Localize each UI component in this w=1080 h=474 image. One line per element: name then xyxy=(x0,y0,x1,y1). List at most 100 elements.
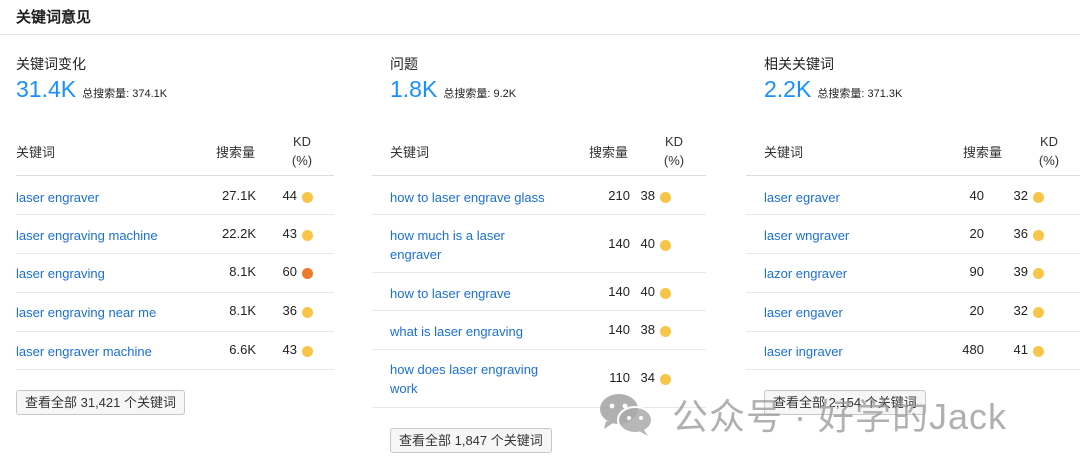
header-volume: 搜索量 xyxy=(216,145,256,160)
keyword-line: engraver xyxy=(390,247,442,262)
header-keyword: 关键词 xyxy=(16,145,56,160)
table-row: laser engraving machine 22.2K 43 xyxy=(16,215,334,254)
total-volume-label: 总搜索量: xyxy=(443,88,491,100)
header-keyword: 关键词 xyxy=(764,145,804,160)
keyword-link[interactable]: laser engraving xyxy=(16,264,105,283)
header-volume: 搜索量 xyxy=(963,145,1003,160)
table-row: what is laser engraving 140 38 xyxy=(372,311,706,350)
table-row: how to laser engrave glass 210 38 xyxy=(372,176,706,215)
keyword-kd: 40 xyxy=(640,236,655,251)
table-row: laser engraver 27.1K 44 xyxy=(16,176,334,215)
view-all-button[interactable]: 查看全部 31,421 个关键词 xyxy=(16,390,185,415)
keyword-link[interactable]: laser engaver xyxy=(764,303,843,322)
total-volume: 总搜索量: 9.2K xyxy=(443,85,516,101)
keyword-line: how does laser engraving xyxy=(390,362,539,377)
keyword-link[interactable]: laser wngraver xyxy=(764,226,849,245)
keyword-kd: 38 xyxy=(640,188,655,203)
table-row: laser engaver 20 32 xyxy=(746,293,1080,332)
keyword-line: how much is a laser xyxy=(390,228,505,243)
keyword-volume: 90 xyxy=(969,264,984,279)
table-header: 关键词 搜索量 KD (%) xyxy=(746,130,1080,176)
keyword-kd: 38 xyxy=(640,322,655,337)
keyword-kd: 44 xyxy=(282,188,297,203)
difficulty-indicator-icon xyxy=(302,230,313,241)
table-row: lazor engraver 90 39 xyxy=(746,254,1080,293)
keyword-kd: 36 xyxy=(1013,226,1028,241)
difficulty-indicator-icon xyxy=(1033,192,1044,203)
table-header: 关键词 搜索量 KD (%) xyxy=(372,130,706,176)
keyword-link[interactable]: how to laser engrave xyxy=(390,284,511,303)
watermark-text: 公众号 · 好学的Jack xyxy=(672,396,1008,437)
difficulty-indicator-icon xyxy=(302,192,313,203)
keyword-volume: 27.1K xyxy=(222,188,256,203)
keyword-volume: 8.1K xyxy=(229,303,256,318)
keyword-kd: 32 xyxy=(1013,188,1028,203)
panel-label: 关键词变化 xyxy=(16,56,86,72)
difficulty-indicator-icon xyxy=(660,288,671,299)
total-volume: 总搜索量: 374.1K xyxy=(82,85,167,101)
total-volume-label: 总搜索量: xyxy=(817,88,865,100)
table-row: laser wngraver 20 36 xyxy=(746,215,1080,254)
keyword-link[interactable]: how to laser engrave glass xyxy=(390,188,545,207)
header-keyword: 关键词 xyxy=(390,145,430,160)
keyword-link[interactable]: laser engraving near me xyxy=(16,303,156,322)
keyword-volume: 20 xyxy=(969,226,984,241)
header-kd: KD (%) xyxy=(288,132,316,170)
keyword-volume: 210 xyxy=(608,188,630,203)
view-all-button[interactable]: 查看全部 1,847 个关键词 xyxy=(390,428,552,453)
keyword-volume: 6.6K xyxy=(229,342,256,357)
total-volume-value: 9.2K xyxy=(493,88,517,100)
table-row: how much is a laser engraver 140 40 xyxy=(372,215,706,273)
difficulty-indicator-icon xyxy=(1033,346,1044,357)
header-kd: KD (%) xyxy=(660,132,688,170)
total-volume-value: 374.1K xyxy=(132,88,168,100)
difficulty-indicator-icon xyxy=(660,326,671,337)
table-row: laser engraving near me 8.1K 36 xyxy=(16,293,334,332)
keyword-link[interactable]: how much is a laser engraver xyxy=(390,226,505,264)
keyword-kd: 43 xyxy=(282,342,297,357)
keyword-volume: 140 xyxy=(608,322,630,337)
keyword-kd: 36 xyxy=(282,303,297,318)
keyword-kd: 39 xyxy=(1013,264,1028,279)
table-row: laser egraver 40 32 xyxy=(746,176,1080,215)
keyword-volume: 40 xyxy=(969,188,984,203)
difficulty-indicator-icon xyxy=(1033,307,1044,318)
keyword-link[interactable]: laser engraving machine xyxy=(16,226,158,245)
header-kd-label: KD xyxy=(664,134,684,149)
difficulty-indicator-icon xyxy=(660,240,671,251)
total-volume: 总搜索量: 371.3K xyxy=(817,85,902,101)
total-volume-value: 371.3K xyxy=(867,88,903,100)
header-kd-unit: (%) xyxy=(291,153,313,168)
keyword-link[interactable]: laser egraver xyxy=(764,188,840,207)
total-count: 2.2K xyxy=(764,76,812,102)
keyword-kd: 43 xyxy=(282,226,297,241)
table-row: how to laser engrave 140 40 xyxy=(372,273,706,311)
difficulty-indicator-icon xyxy=(302,268,313,279)
header-kd-label: KD xyxy=(292,134,312,149)
total-count: 31.4K xyxy=(16,76,77,102)
panel-label: 问题 xyxy=(390,56,418,72)
difficulty-indicator-icon xyxy=(302,307,313,318)
panel-stat: 31.4K 总搜索量: 374.1K xyxy=(16,76,167,103)
keyword-volume: 22.2K xyxy=(222,226,256,241)
table-row: laser ingraver 480 41 xyxy=(746,332,1080,370)
watermark: 公众号 · 好学的Jack xyxy=(598,388,1007,440)
keyword-link[interactable]: how does laser engraving work xyxy=(390,360,538,398)
keyword-link[interactable]: what is laser engraving xyxy=(390,322,523,341)
total-count: 1.8K xyxy=(390,76,438,102)
keyword-link[interactable]: lazor engraver xyxy=(764,264,847,283)
page-title: 关键词意见 xyxy=(16,9,92,26)
header-kd-label: KD xyxy=(1039,134,1059,149)
wechat-icon xyxy=(600,394,653,436)
keyword-link[interactable]: laser ingraver xyxy=(764,342,843,361)
keyword-kd: 41 xyxy=(1013,342,1028,357)
table-row: laser engraving 8.1K 60 xyxy=(16,254,334,293)
keyword-volume: 110 xyxy=(609,370,630,385)
difficulty-indicator-icon xyxy=(660,192,671,203)
keyword-link[interactable]: laser engraver machine xyxy=(16,342,152,361)
keyword-link[interactable]: laser engraver xyxy=(16,188,99,207)
total-volume-label: 总搜索量: xyxy=(82,88,130,100)
table-row: laser engraver machine 6.6K 43 xyxy=(16,332,334,370)
keyword-volume: 20 xyxy=(969,303,984,318)
keyword-volume: 140 xyxy=(608,284,630,299)
